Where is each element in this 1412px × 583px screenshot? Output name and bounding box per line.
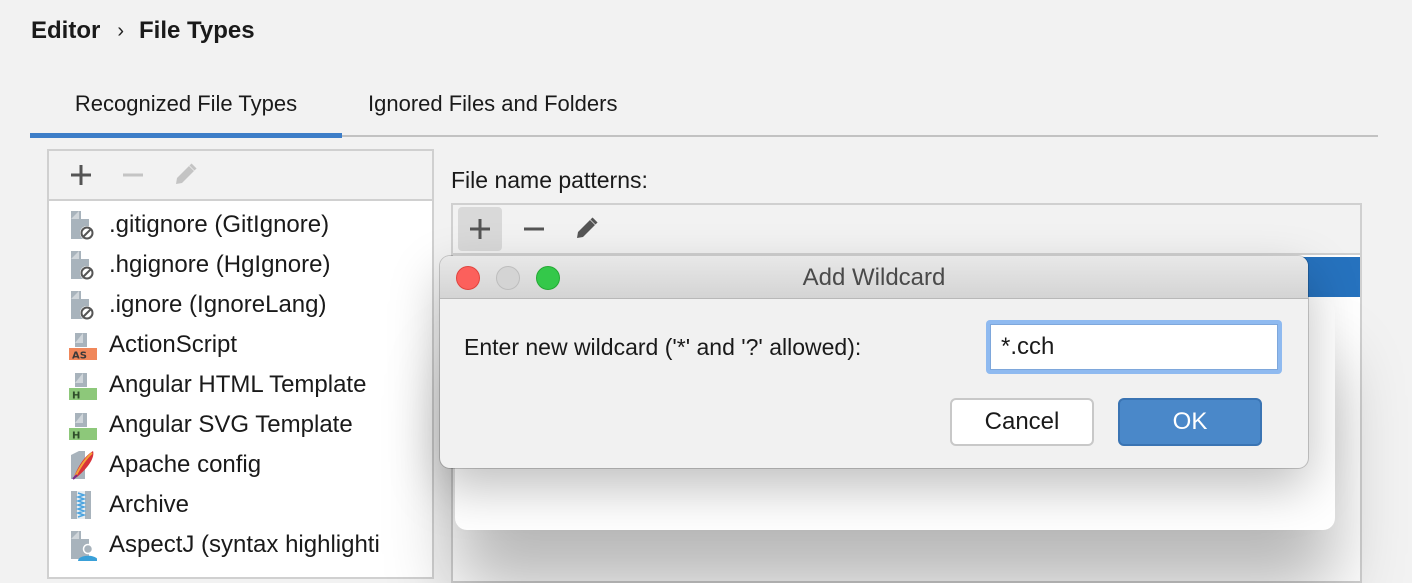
dialog-titlebar[interactable]: Add Wildcard (440, 256, 1308, 299)
file-type-item[interactable]: .gitignore (GitIgnore) (49, 205, 432, 245)
file-type-label: Archive (109, 491, 190, 518)
file-type-item[interactable]: Archive (49, 485, 432, 525)
file-types-list: .gitignore (GitIgnore) .hgignore (HgIgno… (49, 201, 432, 565)
wildcard-input-focus-ring (986, 320, 1282, 374)
remove-file-type-button[interactable] (113, 155, 153, 195)
html-file-icon: H (69, 413, 97, 442)
remove-pattern-button[interactable] (514, 209, 554, 249)
file-type-label: Angular HTML Template (109, 371, 367, 398)
add-pattern-button[interactable] (458, 207, 502, 251)
apache-feather-icon (71, 451, 94, 480)
file-type-item[interactable]: Apache config (49, 445, 432, 485)
wildcard-input[interactable] (990, 324, 1278, 370)
active-tab-indicator (30, 133, 342, 138)
file-type-item[interactable]: H Angular SVG Template (49, 405, 432, 445)
file-type-item[interactable]: AspectJ (syntax highlighti (49, 525, 432, 565)
file-type-label: Angular SVG Template (109, 411, 353, 438)
ignore-file-icon (71, 251, 94, 280)
breadcrumb: Editor › File Types (31, 16, 255, 46)
aspectj-file-icon (71, 531, 97, 561)
file-type-label: .gitignore (GitIgnore) (109, 211, 330, 238)
ignore-file-icon (71, 211, 94, 240)
wildcard-prompt-label: Enter new wildcard ('*' and '?' allowed)… (464, 334, 862, 360)
file-types-toolbar (49, 151, 432, 201)
remove-icon (524, 227, 544, 231)
dialog-title: Add Wildcard (802, 264, 946, 291)
file-type-label: .ignore (IgnoreLang) (109, 291, 327, 318)
html-file-icon: H (69, 373, 97, 402)
edit-icon (577, 217, 598, 238)
add-wildcard-dialog: Add Wildcard Enter new wildcard ('*' and… (440, 256, 1308, 468)
add-icon (470, 219, 490, 239)
file-type-item[interactable]: H Angular HTML Template (49, 365, 432, 405)
close-window-button[interactable] (456, 266, 480, 290)
file-type-item[interactable]: .ignore (IgnoreLang) (49, 285, 432, 325)
file-type-label: AspectJ (syntax highlighti (109, 531, 380, 558)
minimize-window-button[interactable] (496, 266, 520, 290)
tab-ignored-files-and-folders[interactable]: Ignored Files and Folders (368, 84, 617, 135)
html-badge-text: H (72, 391, 80, 402)
tab-bar: Recognized File Types Ignored Files and … (30, 84, 1378, 138)
file-types-panel: .gitignore (GitIgnore) .hgignore (HgIgno… (47, 149, 434, 579)
archive-zip-icon (71, 491, 91, 519)
add-icon (71, 165, 91, 185)
file-type-label: ActionScript (109, 331, 238, 358)
tab-recognized-file-types[interactable]: Recognized File Types (30, 84, 342, 135)
breadcrumb-separator: › (117, 19, 124, 42)
file-type-label: Apache config (109, 451, 262, 478)
edit-file-type-button[interactable] (165, 155, 205, 195)
file-type-item[interactable]: .hgignore (HgIgnore) (49, 245, 432, 285)
patterns-toolbar (453, 205, 1360, 255)
file-type-item[interactable]: AS ActionScript (49, 325, 432, 365)
ignore-file-icon (71, 291, 94, 320)
breadcrumb-item-file-types: File Types (139, 17, 255, 44)
html-badge-text: H (72, 431, 80, 442)
file-name-patterns-label: File name patterns: (451, 167, 648, 193)
remove-icon (123, 173, 143, 177)
zoom-window-button[interactable] (536, 266, 560, 290)
breadcrumb-item-editor[interactable]: Editor (31, 17, 100, 45)
actionscript-file-icon: AS (69, 333, 97, 362)
actionscript-badge-text: AS (72, 351, 87, 362)
add-file-type-button[interactable] (61, 155, 101, 195)
edit-pattern-button[interactable] (566, 209, 606, 249)
ok-button[interactable]: OK (1118, 398, 1262, 446)
edit-icon (176, 163, 197, 184)
cancel-button[interactable]: Cancel (950, 398, 1094, 446)
file-type-label: .hgignore (HgIgnore) (109, 251, 331, 278)
